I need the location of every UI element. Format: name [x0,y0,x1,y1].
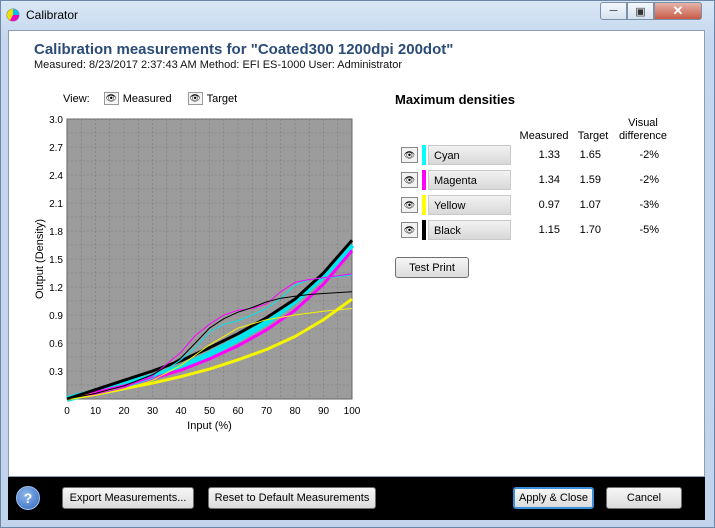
view-label: View: [63,92,90,105]
dialog-content: Calibration measurements for "Coated300 … [8,30,705,477]
y-tick-label: 0.3 [49,367,63,378]
y-tick-label: 2.7 [49,143,63,154]
measured-value: 1.33 [538,149,560,161]
minimize-icon: ─ [609,5,618,17]
visual-difference-value: -5% [639,224,659,236]
window-title: Calibrator [26,8,79,22]
ink-visibility-toggle[interactable]: 👁 [401,147,418,163]
ink-color-swatch [422,220,426,240]
measured-value: 0.97 [538,199,560,211]
ink-visibility-toggle[interactable]: 👁 [401,197,418,213]
reset-measurements-button[interactable]: Reset to Default Measurements [208,487,376,509]
visual-difference-value: -2% [639,149,659,161]
y-tick-label: 0.9 [49,311,63,322]
x-tick-label: 50 [204,406,216,417]
title-bar: Calibrator ─ ▣ ✕ [0,0,715,30]
eye-icon: 👁 [403,174,416,185]
target-label: Target [206,92,238,105]
ink-color-swatch [422,195,426,215]
x-tick-label: 90 [318,406,330,417]
ink-name-button[interactable]: Cyan [428,145,511,165]
col-measured: Measured [519,130,569,142]
eye-icon: 👁 [403,199,416,210]
measurement-info: Measured: 8/23/2017 2:37:43 AM Method: E… [34,59,403,71]
x-tick-label: 20 [118,406,130,417]
export-measurements-button[interactable]: Export Measurements... [62,487,194,509]
maximize-button[interactable]: ▣ [627,2,654,20]
ink-color-swatch [422,170,426,190]
visual-difference-value: -2% [639,174,659,186]
test-print-button[interactable]: Test Print [395,257,469,278]
ink-color-swatch [422,145,426,165]
ink-visibility-toggle[interactable]: 👁 [401,172,418,188]
target-value: 1.59 [579,174,601,186]
y-axis-label: Output (Density) [34,219,46,299]
x-tick-label: 30 [147,406,159,417]
help-button[interactable]: ? [16,486,40,510]
ink-name-button[interactable]: Magenta [428,170,511,190]
help-icon: ? [23,490,33,506]
x-tick-label: 80 [289,406,301,417]
y-tick-label: 1.8 [49,227,63,238]
max-densities-title: Maximum densities [395,92,515,107]
cancel-button[interactable]: Cancel [606,487,682,509]
x-axis-label: Input (%) [187,420,232,432]
page-title: Calibration measurements for "Coated300 … [34,41,454,58]
col-target: Target [577,130,609,142]
visual-difference-value: -3% [639,199,659,211]
x-tick-label: 70 [261,406,273,417]
ink-name-button[interactable]: Yellow [428,195,511,215]
eye-icon: 👁 [189,93,201,103]
target-visibility-toggle[interactable]: 👁 [187,92,203,105]
target-value: 1.65 [579,149,601,161]
x-tick-label: 60 [232,406,244,417]
y-tick-label: 1.2 [49,283,63,294]
y-tick-label: 1.5 [49,255,63,266]
col-visual-2: difference [618,130,668,142]
app-icon [6,8,20,22]
minimize-button[interactable]: ─ [600,2,627,20]
y-tick-label: 2.4 [49,171,63,182]
x-tick-label: 0 [64,406,70,417]
eye-icon: 👁 [403,149,416,160]
apply-close-button[interactable]: Apply & Close [513,487,594,509]
col-visual-1: Visual [628,117,658,129]
measured-value: 1.15 [538,224,560,236]
ink-visibility-toggle[interactable]: 👁 [401,222,418,238]
target-value: 1.07 [579,199,601,211]
x-tick-label: 100 [344,406,361,417]
y-tick-label: 2.1 [49,199,63,210]
view-toggle-row: View: 👁 Measured 👁 Target [63,92,237,105]
close-icon: ✕ [672,3,684,18]
close-button[interactable]: ✕ [654,2,702,20]
measured-label: Measured [122,92,172,105]
y-tick-label: 0.6 [49,339,63,350]
y-tick-label: 3.0 [49,115,63,126]
x-tick-label: 40 [175,406,187,417]
maximize-icon: ▣ [635,5,646,18]
density-chart: 0 10 20 30 40 50 60 70 80 90 100 0.3 0.6 0.9 1.2 1.5 1.8… [34,115,361,432]
measured-visibility-toggle[interactable]: 👁 [103,92,119,105]
ink-name-button[interactable]: Black [428,220,511,240]
target-value: 1.70 [579,224,601,236]
eye-icon: 👁 [105,93,117,103]
x-tick-label: 10 [90,406,102,417]
measured-value: 1.34 [538,174,560,186]
eye-icon: 👁 [403,224,416,235]
